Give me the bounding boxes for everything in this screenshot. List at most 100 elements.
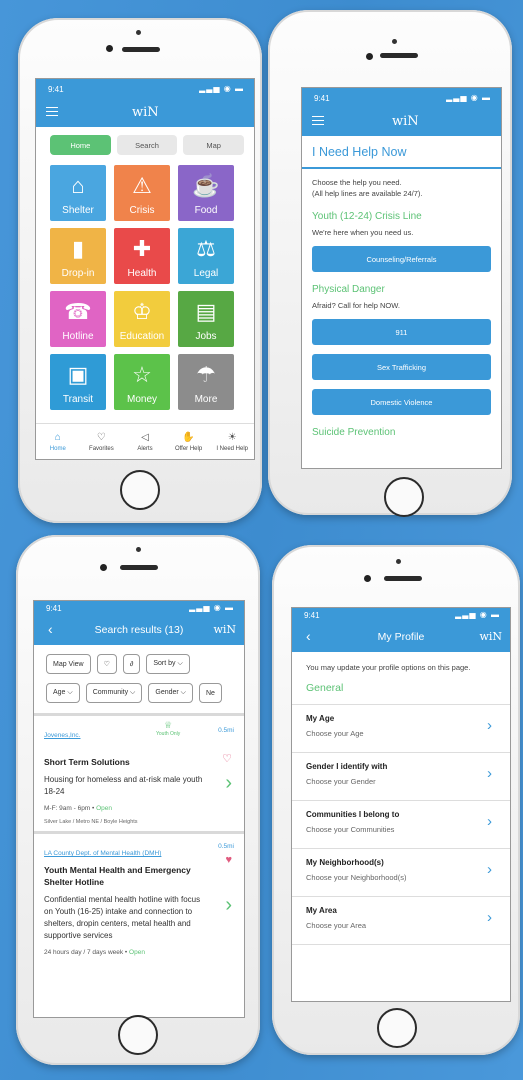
signal-wifi-battery-icon: ▂▃▅ ◉ ▬ xyxy=(189,603,234,612)
nav-label: Favorites xyxy=(89,445,114,452)
app-logo: wiN xyxy=(479,630,502,643)
gender-filter-dropdown[interactable]: Gender ⌵ xyxy=(148,683,193,703)
search-screen: 9:41 ▂▃▅ ◉ ▬ ‹ Search results (13) wiN M… xyxy=(33,600,245,1018)
intro-line-1: Choose the help you need. xyxy=(312,178,402,187)
suicide-prevention-heading: Suicide Prevention xyxy=(312,427,396,438)
physical-danger-text: Afraid? Call for help NOW. xyxy=(312,301,400,310)
tab-search[interactable]: Search xyxy=(116,135,178,155)
tile-legal[interactable]: ⚖ Legal xyxy=(178,228,234,284)
tile-label: Shelter xyxy=(62,205,94,216)
bus-icon: ▣ xyxy=(67,362,89,387)
sensor-dot xyxy=(136,30,141,35)
favorite-filter-heart-icon[interactable]: ♡ xyxy=(96,654,117,674)
app-header: wiN xyxy=(302,110,501,136)
profile-option-row[interactable]: Gender I identify with Choose your Gender… xyxy=(292,753,510,801)
tile-drop-in[interactable]: ▮ Drop-in xyxy=(50,228,106,284)
profile-option-row[interactable]: Communities I belong to Choose your Commu… xyxy=(292,801,510,849)
option-subtitle: Choose your Neighborhood(s) xyxy=(306,873,407,882)
app-logo: wiN xyxy=(213,623,236,636)
home-button[interactable] xyxy=(384,477,424,517)
home-button[interactable] xyxy=(377,1008,417,1048)
tile-label: Health xyxy=(127,268,157,279)
home-button[interactable] xyxy=(118,1015,158,1055)
share-icon[interactable]: ∂ xyxy=(122,654,141,674)
profile-option-row[interactable]: My Area Choose your Area › xyxy=(292,897,510,945)
app-logo: wiN xyxy=(132,105,159,120)
profile-screen: 9:41 ▂▃▅ ◉ ▬ ‹ My Profile wiN You may up… xyxy=(291,607,511,1002)
front-camera xyxy=(106,45,113,52)
youth-crisis-text: We're here when you need us. xyxy=(312,228,414,237)
signal-wifi-battery-icon: ▂▃▅ ◉ ▬ xyxy=(446,93,491,102)
first-aid-kit-icon: ✚ xyxy=(132,236,152,261)
counseling-button[interactable]: Counseling/Referrals xyxy=(312,246,491,272)
profile-option-row[interactable]: My Age Choose your Age › xyxy=(292,705,510,753)
tile-more[interactable]: ☂ More xyxy=(178,354,234,410)
intro-line-2: (All help lines are available 24/7). xyxy=(312,189,423,198)
tile-education[interactable]: ♔ Education xyxy=(114,291,170,347)
call-911-button[interactable]: 911 xyxy=(312,319,491,345)
option-subtitle: Choose your Gender xyxy=(306,777,376,786)
nav-alerts[interactable]: ◁ Alerts xyxy=(123,424,167,459)
tile-hotline[interactable]: ☎ Hotline xyxy=(50,291,106,347)
tile-crisis[interactable]: ⚠ Crisis xyxy=(114,165,170,221)
phone-icon: ☎ xyxy=(64,299,92,324)
tile-label: Drop-in xyxy=(61,268,95,279)
tile-money[interactable]: ☆ Money xyxy=(114,354,170,410)
nav-i-need-help[interactable]: ☀ I Need Help xyxy=(210,424,254,459)
tab-home[interactable]: Home xyxy=(50,135,111,155)
tile-jobs[interactable]: ▤ Jobs xyxy=(178,291,234,347)
bed-icon: ⌂ xyxy=(71,173,85,198)
nav-favorites[interactable]: ♡ Favorites xyxy=(80,424,124,459)
favorite-heart-icon[interactable]: ♡ xyxy=(222,752,232,765)
open-detail-chevron-icon[interactable]: › xyxy=(225,772,232,795)
hire-me-sign-icon: ▤ xyxy=(195,299,217,324)
open-detail-chevron-icon[interactable]: › xyxy=(225,894,232,917)
favorite-heart-icon[interactable]: ♥ xyxy=(225,854,232,866)
phone-search: 9:41 ▂▃▅ ◉ ▬ ‹ Search results (13) wiN M… xyxy=(16,535,260,1065)
nav-offer-help[interactable]: ✋ Offer Help xyxy=(167,424,211,459)
hamburger-menu-icon[interactable] xyxy=(46,107,58,116)
tile-health[interactable]: ✚ Health xyxy=(114,228,170,284)
community-filter-dropdown[interactable]: Community ⌵ xyxy=(85,683,143,703)
location: Silver Lake / Metro NE / Boyle Heights xyxy=(44,819,138,825)
sensor-dot xyxy=(136,547,141,552)
sex-trafficking-button[interactable]: Sex Trafficking xyxy=(312,354,491,380)
result-card[interactable]: Jovenes,Inc. ♕ Youth Only 0.5mi Short Ter… xyxy=(34,713,244,831)
option-title: Communities I belong to xyxy=(306,810,400,819)
hamburger-menu-icon[interactable] xyxy=(312,116,324,125)
profile-intro: You may update your profile options on t… xyxy=(306,663,471,672)
option-subtitle: Choose your Age xyxy=(306,729,364,738)
hours-text: M-F: 9am - 6pm • xyxy=(44,805,95,812)
category-grid: ⌂ Shelter ⚠ Crisis ☕ Food ▮ Drop-in ✚ Health ⚖ Lega… xyxy=(36,159,254,410)
app-logo: wiN xyxy=(392,114,419,129)
nav-home[interactable]: ⌂ Home xyxy=(36,424,80,459)
age-filter-dropdown[interactable]: Age ⌵ xyxy=(46,683,80,703)
tile-shelter[interactable]: ⌂ Shelter xyxy=(50,165,106,221)
domestic-violence-button[interactable]: Domestic Violence xyxy=(312,389,491,415)
chevron-right-icon: › xyxy=(487,861,492,878)
tab-map[interactable]: Map xyxy=(183,135,245,155)
neighborhood-filter-dropdown[interactable]: Ne xyxy=(198,683,222,703)
org-link[interactable]: LA County Dept. of Mental Health (DMH) xyxy=(44,850,161,857)
distance: 0.5mi xyxy=(218,727,234,734)
option-title: Gender I identify with xyxy=(306,762,388,771)
physical-danger-heading: Physical Danger xyxy=(312,284,385,295)
tile-transit[interactable]: ▣ Transit xyxy=(50,354,106,410)
home-button[interactable] xyxy=(120,470,160,510)
profile-option-row[interactable]: My Neighborhood(s) Choose your Neighborho… xyxy=(292,849,510,897)
alert-light-icon: ☀ xyxy=(227,431,237,443)
front-camera xyxy=(364,575,371,582)
home-screen: 9:41 ▂▃▅ ◉ ▬ wiN Home Search Map ⌂ Shelte… xyxy=(35,78,255,460)
sort-by-dropdown[interactable]: Sort by ⌵ xyxy=(146,654,190,674)
tile-label: More xyxy=(194,394,218,405)
result-card[interactable]: LA County Dept. of Mental Health (DMH) 0… xyxy=(34,831,244,962)
map-view-button[interactable]: Map View xyxy=(46,654,91,674)
chevron-right-icon: › xyxy=(487,813,492,830)
org-link[interactable]: Jovenes,Inc. xyxy=(44,732,81,739)
sensor-dot xyxy=(392,39,397,44)
status-bar: 9:41 ▂▃▅ ◉ ▬ xyxy=(34,601,244,615)
front-camera xyxy=(366,53,373,60)
tile-food[interactable]: ☕ Food xyxy=(178,165,234,221)
tile-label: Money xyxy=(126,394,157,405)
megaphone-icon: ◁ xyxy=(141,431,149,443)
